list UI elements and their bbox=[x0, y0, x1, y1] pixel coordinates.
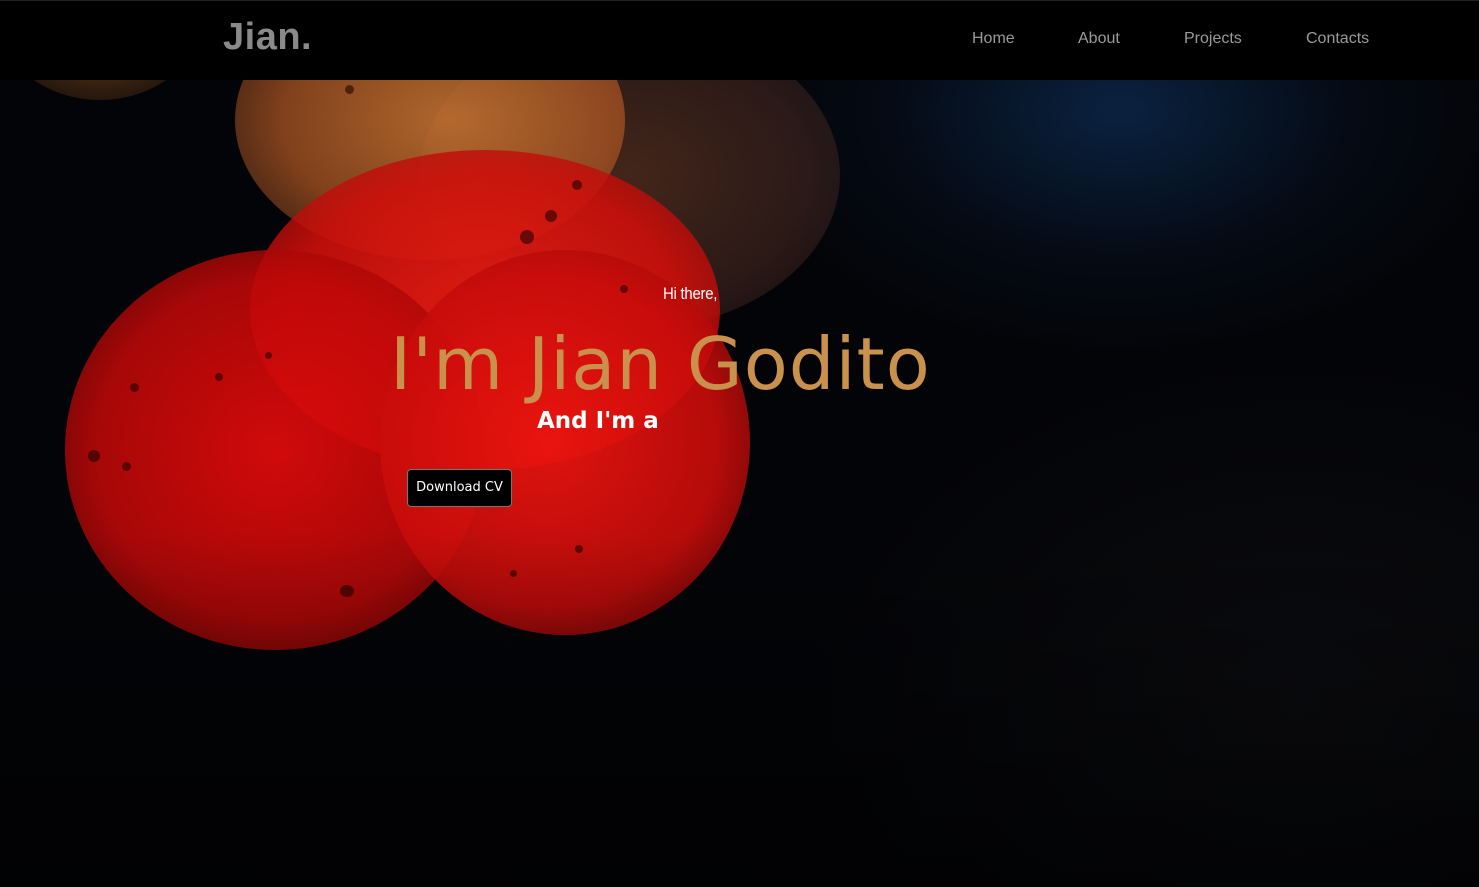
nav-link-projects[interactable]: Projects bbox=[1184, 30, 1242, 48]
hero-greeting: Hi there, bbox=[663, 284, 718, 303]
nav-link-about[interactable]: About bbox=[1078, 30, 1120, 48]
download-cv-button[interactable]: Download CV bbox=[407, 469, 512, 507]
hero-subheadline: And I'm a bbox=[537, 408, 659, 434]
main-nav: Home About Projects Contacts bbox=[0, 30, 1479, 54]
nav-link-contacts[interactable]: Contacts bbox=[1306, 30, 1369, 48]
page: Jian. Home About Projects Contacts Hi th… bbox=[0, 0, 1479, 887]
nav-link-home[interactable]: Home bbox=[972, 30, 1015, 48]
hero-vignette bbox=[0, 0, 1479, 887]
hero-background-image bbox=[0, 0, 1479, 887]
site-header: Jian. Home About Projects Contacts bbox=[0, 0, 1479, 80]
hero-headline: I'm Jian Godito bbox=[390, 322, 931, 406]
